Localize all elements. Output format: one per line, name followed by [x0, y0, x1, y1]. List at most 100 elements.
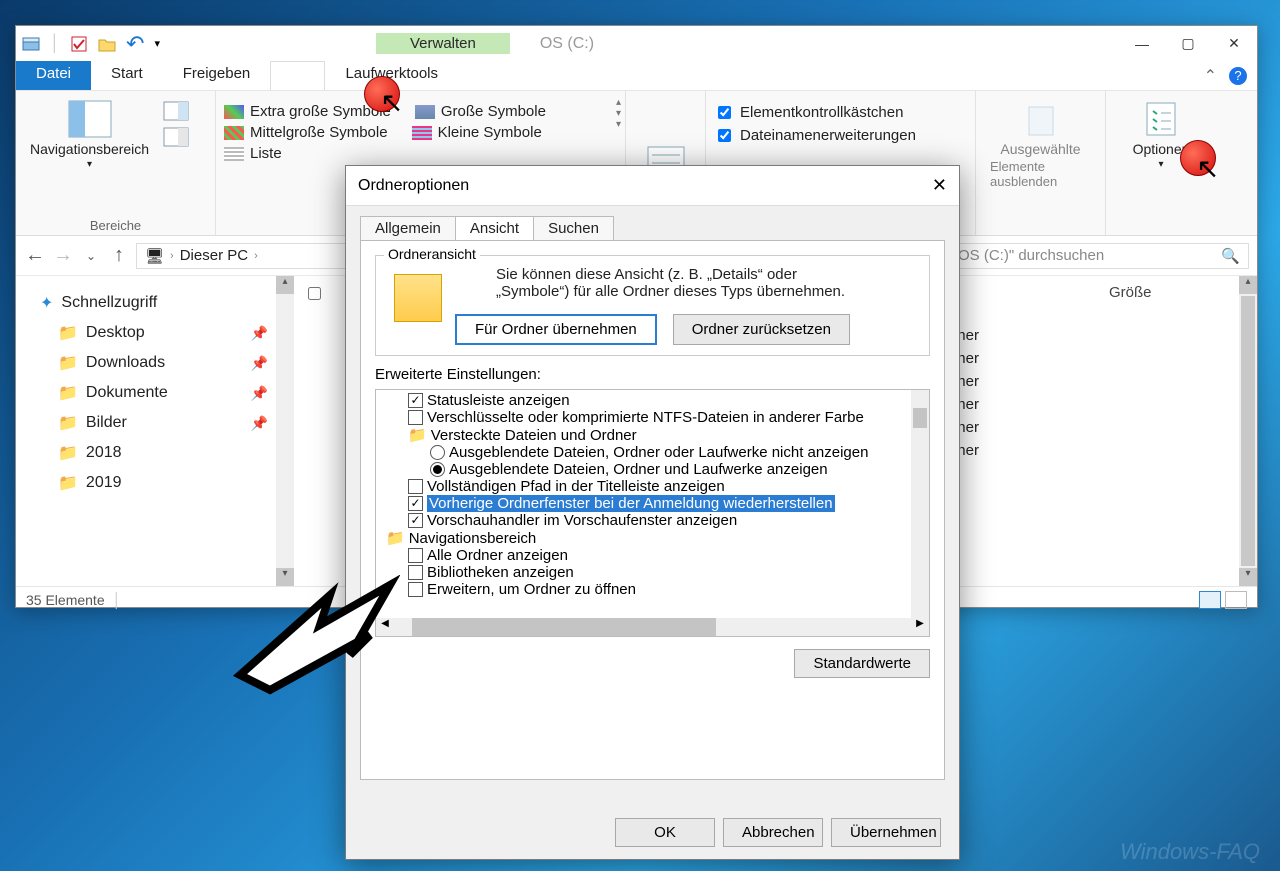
up-button[interactable]: ↑ [108, 244, 130, 267]
checkbox[interactable] [408, 393, 423, 408]
quick-access[interactable]: ✦Schnellzugriff [40, 288, 268, 318]
qat-dropdown-icon[interactable]: ▾ [154, 37, 160, 50]
layout-sm-icon [412, 126, 432, 140]
tree-item[interactable]: Ausgeblendete Dateien, Ordner und Laufwe… [380, 461, 905, 478]
radio[interactable] [430, 445, 445, 460]
reset-folders-button[interactable]: Ordner zurücksetzen [673, 314, 850, 345]
tree-item[interactable]: Statusleiste anzeigen [380, 392, 905, 409]
advanced-settings-tree[interactable]: Statusleiste anzeigenVerschlüsselte oder… [375, 389, 930, 637]
tree-item[interactable]: 📁Versteckte Dateien und Ordner [380, 426, 905, 444]
watermark: Windows-FAQ [1120, 839, 1260, 865]
menu-share[interactable]: Freigeben [163, 61, 271, 90]
tree-item[interactable]: Bibliotheken anzeigen [380, 564, 905, 581]
undo-icon[interactable]: ↶ [126, 35, 144, 53]
close-button[interactable]: ✕ [1211, 29, 1257, 59]
tree-item[interactable]: Alle Ordner anzeigen [380, 547, 905, 564]
layout-gallery[interactable]: Extra große Symbole Große Symbole Mittel… [224, 95, 594, 162]
pc-icon: 🖥 [145, 247, 164, 265]
tree-item[interactable]: Ausgeblendete Dateien, Ordner oder Laufw… [380, 444, 905, 461]
apply-button[interactable]: Übernehmen [831, 818, 941, 847]
hide-selected-l2: Elemente ausblenden [990, 159, 1091, 189]
maximize-button[interactable]: ▢ [1165, 29, 1211, 59]
search-icon[interactable]: 🔍 [1221, 247, 1240, 265]
new-folder-icon[interactable] [98, 35, 116, 53]
hide-selected-button[interactable]: Ausgewählte Elemente ausblenden [984, 95, 1097, 193]
contextual-tab-manage[interactable]: Verwalten [376, 33, 510, 54]
checkbox[interactable] [408, 410, 423, 425]
tree-hscroll[interactable]: ◀▶ [376, 618, 929, 636]
help-icon[interactable]: ? [1229, 67, 1247, 85]
tab-general[interactable]: Allgemein [360, 216, 456, 240]
sidebar-item-label: Desktop [86, 324, 145, 342]
checkbox[interactable] [408, 513, 423, 528]
view-icons-button[interactable] [1225, 591, 1247, 609]
file-extensions-toggle[interactable] [718, 129, 731, 142]
dialog-close-button[interactable]: ✕ [932, 175, 947, 196]
menu-view[interactable]: Ansicht [270, 61, 325, 90]
tree-item[interactable]: Vorherige Ordnerfenster bei der Anmeldun… [380, 495, 905, 512]
menu-bar: Datei Start Freigeben Ansicht Laufwerkto… [16, 61, 1257, 91]
folder-icon: 📁 [58, 443, 78, 463]
gallery-more-icon[interactable]: ▾ [616, 119, 621, 130]
radio[interactable] [430, 462, 445, 477]
tab-view[interactable]: Ansicht [455, 216, 534, 240]
collapse-ribbon-icon[interactable]: ⌃ [1204, 66, 1217, 86]
folder-icon: 📁 [58, 323, 78, 343]
tree-item-label: Vorherige Ordnerfenster bei der Anmeldun… [427, 495, 835, 512]
sidebar-item[interactable]: 📁 Downloads📌 [40, 348, 268, 378]
checkbox[interactable] [408, 548, 423, 563]
tab-search[interactable]: Suchen [533, 216, 614, 240]
gallery-down-icon[interactable]: ▾ [616, 108, 621, 119]
layout-xl-icon [224, 105, 244, 119]
sidebar-item[interactable]: 📁 Dokumente📌 [40, 378, 268, 408]
group-text1: Sie können diese Ansicht (z. B. „Details… [496, 266, 919, 283]
cursor-icon: ↖ [380, 86, 403, 119]
preview-pane-icon[interactable] [163, 101, 189, 121]
annotation-arrow [230, 575, 400, 695]
history-dropdown[interactable]: ⌄ [80, 249, 102, 263]
ok-button[interactable]: OK [615, 818, 715, 847]
sidebar-item-label: Bilder [86, 414, 127, 432]
item-checkboxes-toggle[interactable] [718, 106, 731, 119]
forward-button[interactable]: → [52, 244, 74, 267]
minimize-button[interactable]: — [1119, 29, 1165, 59]
tree-item[interactable]: Erweitern, um Ordner zu öffnen [380, 581, 905, 598]
tree-item-label: Bibliotheken anzeigen [427, 564, 574, 581]
sidebar-item[interactable]: 📁 2018 [40, 438, 268, 468]
tree-item[interactable]: Vollständigen Pfad in der Titelleiste an… [380, 478, 905, 495]
crumb-pc[interactable]: Dieser PC [180, 247, 248, 264]
view-details-button[interactable] [1199, 591, 1221, 609]
menu-file[interactable]: Datei [16, 61, 91, 90]
select-all-checkbox[interactable] [308, 287, 321, 300]
tree-item[interactable]: 📁Navigationsbereich [380, 529, 905, 547]
tree-item-label: Vollständigen Pfad in der Titelleiste an… [427, 478, 725, 495]
column-size[interactable]: Größe [1109, 284, 1239, 304]
sidebar-item[interactable]: 📁 Desktop📌 [40, 318, 268, 348]
folder-icon: 📁 [386, 529, 405, 547]
checkbox[interactable] [408, 582, 423, 597]
checkbox[interactable] [408, 565, 423, 580]
folder-options-dialog: Ordneroptionen ✕ Allgemein Ansicht Suche… [345, 165, 960, 860]
menu-start[interactable]: Start [91, 61, 163, 90]
apply-to-folders-button[interactable]: Für Ordner übernehmen [455, 314, 657, 345]
navigation-pane-button[interactable]: Navigationsbereich ▾ [24, 95, 155, 174]
cancel-button[interactable]: Abbrechen [723, 818, 823, 847]
tree-item[interactable]: Verschlüsselte oder komprimierte NTFS-Da… [380, 409, 905, 426]
gallery-up-icon[interactable]: ▴ [616, 97, 621, 108]
tree-item[interactable]: Vorschauhandler im Vorschaufenster anzei… [380, 512, 905, 529]
properties-icon[interactable] [70, 35, 88, 53]
checkbox[interactable] [408, 496, 423, 511]
tree-vscroll[interactable] [911, 390, 929, 618]
back-button[interactable]: ← [24, 244, 46, 267]
file-extensions-label: Dateinamenerweiterungen [740, 127, 916, 144]
restore-defaults-button[interactable]: Standardwerte [794, 649, 930, 678]
search-box[interactable]: OS (C:)" durchsuchen 🔍 [949, 243, 1249, 269]
checkbox[interactable] [408, 479, 423, 494]
sidebar-scrollbar[interactable]: ▴▾ [276, 276, 294, 586]
sidebar-item[interactable]: 📁 Bilder📌 [40, 408, 268, 438]
sidebar-item[interactable]: 📁 2019 [40, 468, 268, 498]
tab-page-view: Ordneransicht Sie können diese Ansicht (… [360, 240, 945, 780]
tree-item-label: Alle Ordner anzeigen [427, 547, 568, 564]
details-pane-icon[interactable] [163, 127, 189, 147]
main-scrollbar[interactable]: ▴▾ [1239, 276, 1257, 586]
